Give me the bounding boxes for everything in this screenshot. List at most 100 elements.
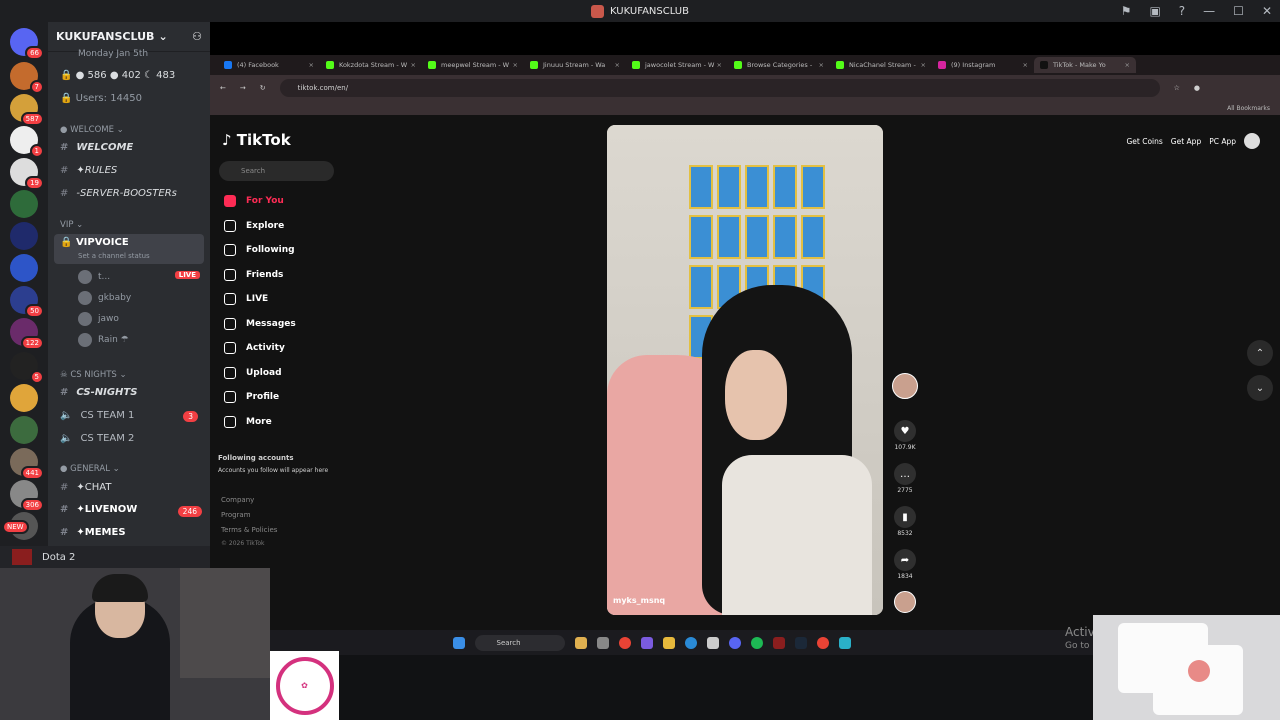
- add-user-icon[interactable]: ⚇: [192, 30, 202, 43]
- category-general[interactable]: ● GENERAL ⌄: [60, 464, 120, 474]
- nav-item-live[interactable]: LIVE: [224, 293, 268, 305]
- close-icon[interactable]: ✕: [1262, 4, 1272, 18]
- nav-item-upload[interactable]: Upload: [224, 366, 282, 379]
- maximize-icon[interactable]: ☐: [1233, 4, 1244, 18]
- discord-icon[interactable]: [728, 636, 741, 649]
- server-item[interactable]: [10, 222, 38, 250]
- address-bar[interactable]: tiktok.com/en/: [279, 79, 1160, 97]
- channel-cs-nights[interactable]: # CS-NIGHTS: [52, 387, 137, 398]
- chevron-up-icon[interactable]: ⌃: [1247, 340, 1273, 366]
- server-header[interactable]: KUKUFANSCLUB ⌄ ⚇: [48, 22, 210, 52]
- nav-item-following[interactable]: Following: [224, 244, 295, 256]
- chrome-icon[interactable]: [618, 636, 631, 649]
- server-item[interactable]: [10, 190, 38, 218]
- tab-close-icon[interactable]: ×: [615, 61, 620, 69]
- browser-tab[interactable]: (9) Instagram ×: [932, 57, 1034, 73]
- voice-user[interactable]: gkbaby: [78, 291, 131, 305]
- chevron-down-icon[interactable]: ⌄: [1247, 375, 1273, 401]
- server-item[interactable]: 50: [10, 286, 44, 318]
- footer-link[interactable]: Program: [221, 511, 251, 519]
- minimize-icon[interactable]: —: [1203, 4, 1215, 18]
- dota-icon[interactable]: [772, 636, 785, 649]
- steam-icon[interactable]: [794, 636, 807, 649]
- server-item[interactable]: [10, 416, 38, 444]
- browser-tab[interactable]: (4) Facebook ×: [218, 57, 320, 73]
- nav-item-explore[interactable]: Explore: [224, 219, 284, 232]
- tiktok-logo[interactable]: ♪ TikTok: [222, 131, 291, 149]
- server-item[interactable]: 441: [10, 448, 44, 480]
- video-player[interactable]: myks_msnq: [607, 125, 883, 615]
- sound-avatar[interactable]: [890, 591, 920, 613]
- browser-tab[interactable]: Browse Categories - ×: [728, 57, 830, 73]
- nav-item-more[interactable]: More: [224, 415, 272, 428]
- tab-close-icon[interactable]: ×: [309, 61, 314, 69]
- folder-icon[interactable]: [662, 636, 675, 649]
- channel-cs-team1[interactable]: 🔈 CS TEAM 1: [52, 410, 134, 421]
- server-item[interactable]: 19: [10, 158, 44, 190]
- channel-welcome[interactable]: # WELCOME: [52, 142, 133, 153]
- app-icon[interactable]: [596, 636, 609, 649]
- save-button[interactable]: ▮ 8532: [890, 506, 920, 537]
- category-welcome[interactable]: ● WELCOME ⌄: [60, 125, 124, 135]
- nav-item-friends[interactable]: Friends: [224, 268, 283, 281]
- channel-memes[interactable]: # ✦MEMES: [52, 527, 126, 538]
- creator-avatar[interactable]: [890, 373, 920, 399]
- category-vip[interactable]: VIP ⌄: [60, 220, 83, 230]
- app-icon[interactable]: [574, 636, 587, 649]
- app-icon[interactable]: [816, 636, 829, 649]
- server-item[interactable]: [10, 254, 38, 282]
- app-icon[interactable]: [640, 636, 653, 649]
- channel-cs-team2[interactable]: 🔈 CS TEAM 2: [52, 433, 134, 444]
- profile-icon[interactable]: ●: [1194, 84, 1200, 92]
- flag-icon[interactable]: ⚑: [1121, 4, 1132, 18]
- activity-bar[interactable]: Dota 2: [0, 546, 210, 568]
- nav-item-messages[interactable]: Messages: [224, 317, 296, 330]
- reload-icon[interactable]: ↻: [260, 84, 266, 92]
- get-coins-button[interactable]: Get Coins: [1126, 137, 1162, 146]
- tab-close-icon[interactable]: ×: [1023, 61, 1028, 69]
- pc-app-button[interactable]: PC App: [1209, 137, 1236, 146]
- browser-tab[interactable]: Jinuuu Stream - Wa ×: [524, 57, 626, 73]
- edge-icon[interactable]: [684, 636, 697, 649]
- windows-start-icon[interactable]: [452, 636, 465, 649]
- server-item[interactable]: 1: [10, 126, 44, 158]
- tab-close-icon[interactable]: ×: [411, 61, 416, 69]
- voice-user[interactable]: Rain ☂: [78, 333, 129, 347]
- voice-user[interactable]: t...: [78, 270, 110, 284]
- nav-item-profile[interactable]: Profile: [224, 391, 279, 403]
- browser-tab[interactable]: jawocolet Stream - W ×: [626, 57, 728, 73]
- forward-icon[interactable]: →: [240, 84, 246, 92]
- star-icon[interactable]: ☆: [1174, 84, 1180, 92]
- avatar[interactable]: [1244, 133, 1260, 149]
- nav-item-activity[interactable]: Activity: [224, 342, 285, 354]
- server-item[interactable]: 122: [10, 318, 44, 350]
- back-icon[interactable]: ←: [220, 84, 226, 92]
- help-icon[interactable]: ?: [1179, 4, 1185, 18]
- taskbar-search[interactable]: Search: [474, 634, 565, 651]
- channel-rules[interactable]: # ✦RULES: [52, 165, 117, 176]
- tab-close-icon[interactable]: ×: [513, 61, 518, 69]
- category-cs[interactable]: ☠ CS NIGHTS ⌄: [60, 370, 127, 380]
- share-button[interactable]: ➦ 1834: [890, 549, 920, 580]
- like-button[interactable]: ♥ 107.9K: [890, 420, 920, 451]
- server-item[interactable]: 7: [10, 62, 44, 94]
- server-item[interactable]: 306: [10, 480, 44, 512]
- inbox-icon[interactable]: ▣: [1149, 4, 1160, 18]
- tab-close-icon[interactable]: ×: [921, 61, 926, 69]
- tab-close-icon[interactable]: ×: [1125, 61, 1130, 69]
- search-input[interactable]: Search: [219, 161, 334, 181]
- server-home[interactable]: 66: [10, 28, 44, 60]
- browser-tab[interactable]: NicaChanel Stream - ×: [830, 57, 932, 73]
- browser-tab[interactable]: Kokzdota Stream - W ×: [320, 57, 422, 73]
- browser-tab[interactable]: TikTok - Make Yo ×: [1034, 57, 1136, 73]
- tab-close-icon[interactable]: ×: [717, 61, 722, 69]
- server-item[interactable]: 5: [10, 352, 44, 384]
- channel-vipvoice[interactable]: 🔒 VIPVOICE Set a channel status: [54, 234, 204, 264]
- comment-button[interactable]: … 2775: [890, 463, 920, 494]
- footer-link[interactable]: Terms & Policies: [221, 526, 277, 534]
- tab-close-icon[interactable]: ×: [819, 61, 824, 69]
- browser-tab[interactable]: meepwel Stream - W ×: [422, 57, 524, 73]
- store-icon[interactable]: [706, 636, 719, 649]
- channel-boosters[interactable]: # -SERVER-BOOSTERs: [52, 188, 177, 199]
- channel-chat[interactable]: # ✦CHAT: [52, 482, 111, 493]
